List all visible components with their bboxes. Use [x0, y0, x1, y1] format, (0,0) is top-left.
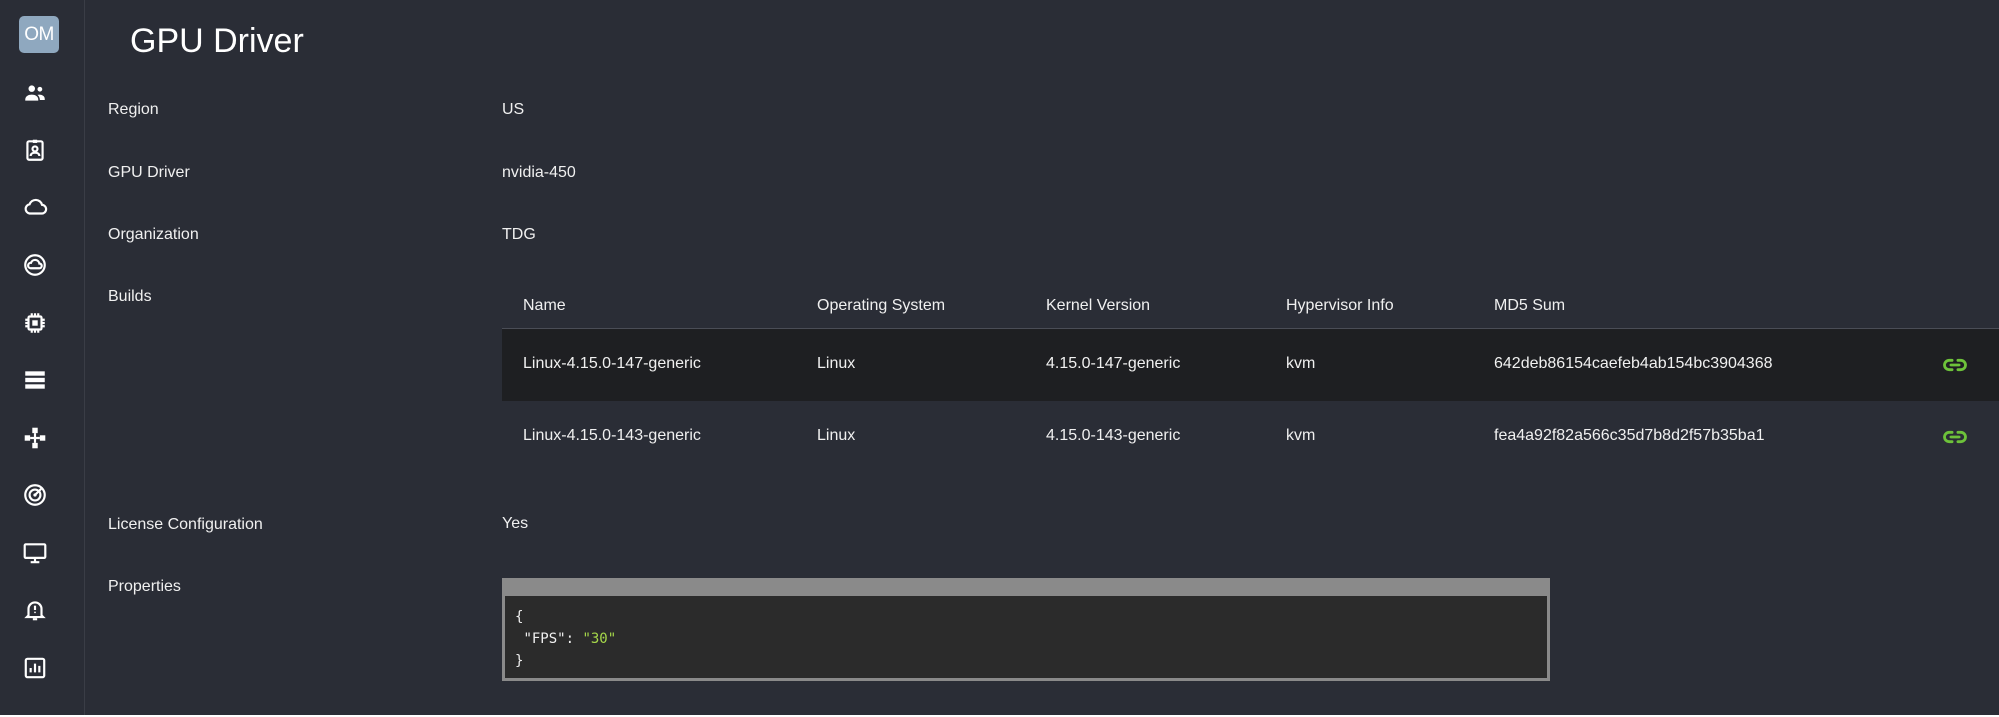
users-icon[interactable]: [20, 78, 50, 108]
code-viewer-toolbar: [505, 581, 1547, 596]
storage-icon[interactable]: [20, 365, 50, 395]
avatar[interactable]: OM: [19, 16, 59, 53]
table-header-row: Name Operating System Kernel Version Hyp…: [502, 285, 1999, 329]
sidebar: OM: [0, 0, 85, 715]
table-row[interactable]: Linux-4.15.0-143-generic Linux 4.15.0-14…: [502, 401, 1999, 473]
column-header-md5-sum[interactable]: MD5 Sum: [1494, 297, 1565, 315]
builds-table: Name Operating System Kernel Version Hyp…: [502, 285, 1999, 473]
json-value: "30": [582, 631, 617, 647]
properties-json-code: { "FPS": "30" }: [505, 596, 1547, 672]
cloud-circle-icon[interactable]: [20, 250, 50, 280]
gpu-driver-value: nvidia-450: [502, 164, 576, 181]
report-chart-icon[interactable]: [20, 653, 50, 683]
json-close-brace: }: [515, 653, 524, 669]
properties-label: Properties: [108, 578, 181, 595]
cell-hypervisor-info: kvm: [1286, 427, 1316, 444]
gpu-driver-label: GPU Driver: [108, 164, 190, 181]
properties-json-viewer[interactable]: { "FPS": "30" }: [502, 578, 1550, 681]
cell-operating-system: Linux: [817, 355, 856, 372]
alert-bell-icon[interactable]: [20, 595, 50, 625]
cell-kernel-version: 4.15.0-143-generic: [1046, 427, 1181, 444]
link-icon[interactable]: [1940, 351, 1970, 379]
column-header-operating-system[interactable]: Operating System: [817, 297, 945, 315]
column-header-name[interactable]: Name: [523, 297, 566, 315]
json-separator: :: [565, 631, 583, 647]
cell-md5-sum: fea4a92f82a566c35d7b8d2f57b35ba1: [1494, 427, 1765, 444]
cell-md5-sum: 642deb86154caefeb4ab154bc3904368: [1494, 355, 1773, 372]
cell-kernel-version: 4.15.0-147-generic: [1046, 355, 1181, 372]
region-value: US: [502, 101, 525, 118]
cell-name: Linux-4.15.0-147-generic: [523, 355, 701, 372]
cell-hypervisor-info: kvm: [1286, 355, 1316, 372]
json-open-brace: {: [515, 609, 524, 625]
column-header-hypervisor-info[interactable]: Hypervisor Info: [1286, 297, 1394, 315]
cell-name: Linux-4.15.0-143-generic: [523, 427, 701, 444]
cell-operating-system: Linux: [817, 427, 856, 444]
monitor-icon[interactable]: [20, 538, 50, 568]
table-row[interactable]: Linux-4.15.0-147-generic Linux 4.15.0-14…: [502, 329, 1999, 401]
organization-label: Organization: [108, 226, 199, 243]
region-label: Region: [108, 101, 159, 118]
radar-icon[interactable]: [20, 480, 50, 510]
badge-icon[interactable]: [20, 135, 50, 165]
license-configuration-label: License Configuration: [108, 516, 263, 533]
page-title: GPU Driver: [130, 22, 304, 60]
network-icon[interactable]: [20, 423, 50, 453]
column-header-kernel-version[interactable]: Kernel Version: [1046, 297, 1150, 315]
builds-label: Builds: [108, 288, 152, 305]
license-configuration-value: Yes: [502, 515, 529, 532]
organization-value: TDG: [502, 226, 536, 243]
json-key: "FPS": [523, 631, 566, 647]
link-icon[interactable]: [1940, 423, 1970, 451]
app-window: OM GPU Driver Region US GPU Driver nvidi…: [0, 0, 1999, 715]
cloud-icon[interactable]: [20, 192, 50, 222]
chip-icon[interactable]: [20, 308, 50, 338]
